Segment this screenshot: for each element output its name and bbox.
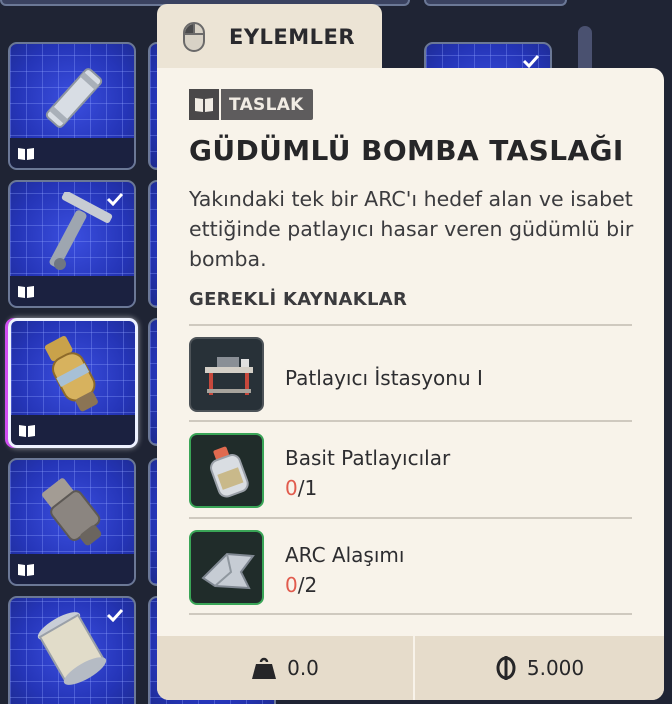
grenade-shell-icon xyxy=(42,478,102,546)
weight-cell: 0.0 xyxy=(157,636,413,700)
item-tooltip: TASLAK GÜDÜMLÜ BOMBA TASLAĞI Yakındaki t… xyxy=(157,68,664,700)
book-icon xyxy=(19,425,35,437)
item-title: GÜDÜMLÜ BOMBA TASLAĞI xyxy=(189,134,624,167)
cage-canister-icon xyxy=(37,612,107,685)
requirement-name: Basit Patlayıcılar xyxy=(285,446,451,470)
canister-icon xyxy=(45,68,103,128)
filter-bar-edge xyxy=(424,0,567,6)
item-description: Yakındaki tek bir ARC'ı hedef alan ve is… xyxy=(189,187,634,271)
book-icon xyxy=(195,98,213,112)
price-cell: 5.000 xyxy=(415,636,664,700)
badge-label: TASLAK xyxy=(229,94,304,115)
book-icon xyxy=(18,148,34,160)
mouse-icon xyxy=(183,22,205,52)
book-icon xyxy=(18,564,34,576)
requirement-row: ARC Alaşımı 0/2 xyxy=(189,527,632,607)
check-icon xyxy=(106,608,124,622)
requirement-row: Basit Patlayıcılar 0/1 xyxy=(189,430,632,510)
guided-bomb-icon xyxy=(44,336,98,412)
check-icon xyxy=(106,192,124,206)
arc-alloy-icon xyxy=(189,530,264,605)
book-icon xyxy=(18,286,34,298)
divider xyxy=(189,420,632,422)
inventory-slot[interactable] xyxy=(8,180,136,308)
weight-value: 0.0 xyxy=(287,656,319,680)
divider xyxy=(189,324,632,326)
requirements-heading: GEREKLİ KAYNAKLAR xyxy=(189,289,408,310)
workbench-icon xyxy=(189,337,264,412)
requirement-count: 0/2 xyxy=(285,573,318,597)
explosive-bottle-icon xyxy=(189,433,264,508)
blueprint-badge: TASLAK xyxy=(189,89,313,120)
divider xyxy=(189,517,632,519)
requirement-name: ARC Alaşımı xyxy=(285,543,405,567)
turret-arm-icon xyxy=(49,192,113,270)
actions-tab-label: EYLEMLER xyxy=(229,25,356,49)
requirement-row: Patlayıcı İstasyonu I xyxy=(189,334,632,414)
weight-icon xyxy=(252,657,277,679)
divider xyxy=(189,613,632,615)
actions-tab[interactable]: EYLEMLER xyxy=(157,4,382,70)
inventory-slot-selected[interactable] xyxy=(8,318,138,448)
requirement-name: Patlayıcı İstasyonu I xyxy=(285,366,483,390)
inventory-slot[interactable] xyxy=(8,596,136,704)
coin-icon xyxy=(496,656,516,680)
check-icon xyxy=(522,54,540,68)
inventory-slot[interactable] xyxy=(8,458,136,586)
requirement-count: 0/1 xyxy=(285,476,318,500)
price-value: 5.000 xyxy=(526,656,585,680)
tooltip-footer: 0.0 5.000 xyxy=(157,636,664,700)
inventory-slot[interactable] xyxy=(8,42,136,170)
